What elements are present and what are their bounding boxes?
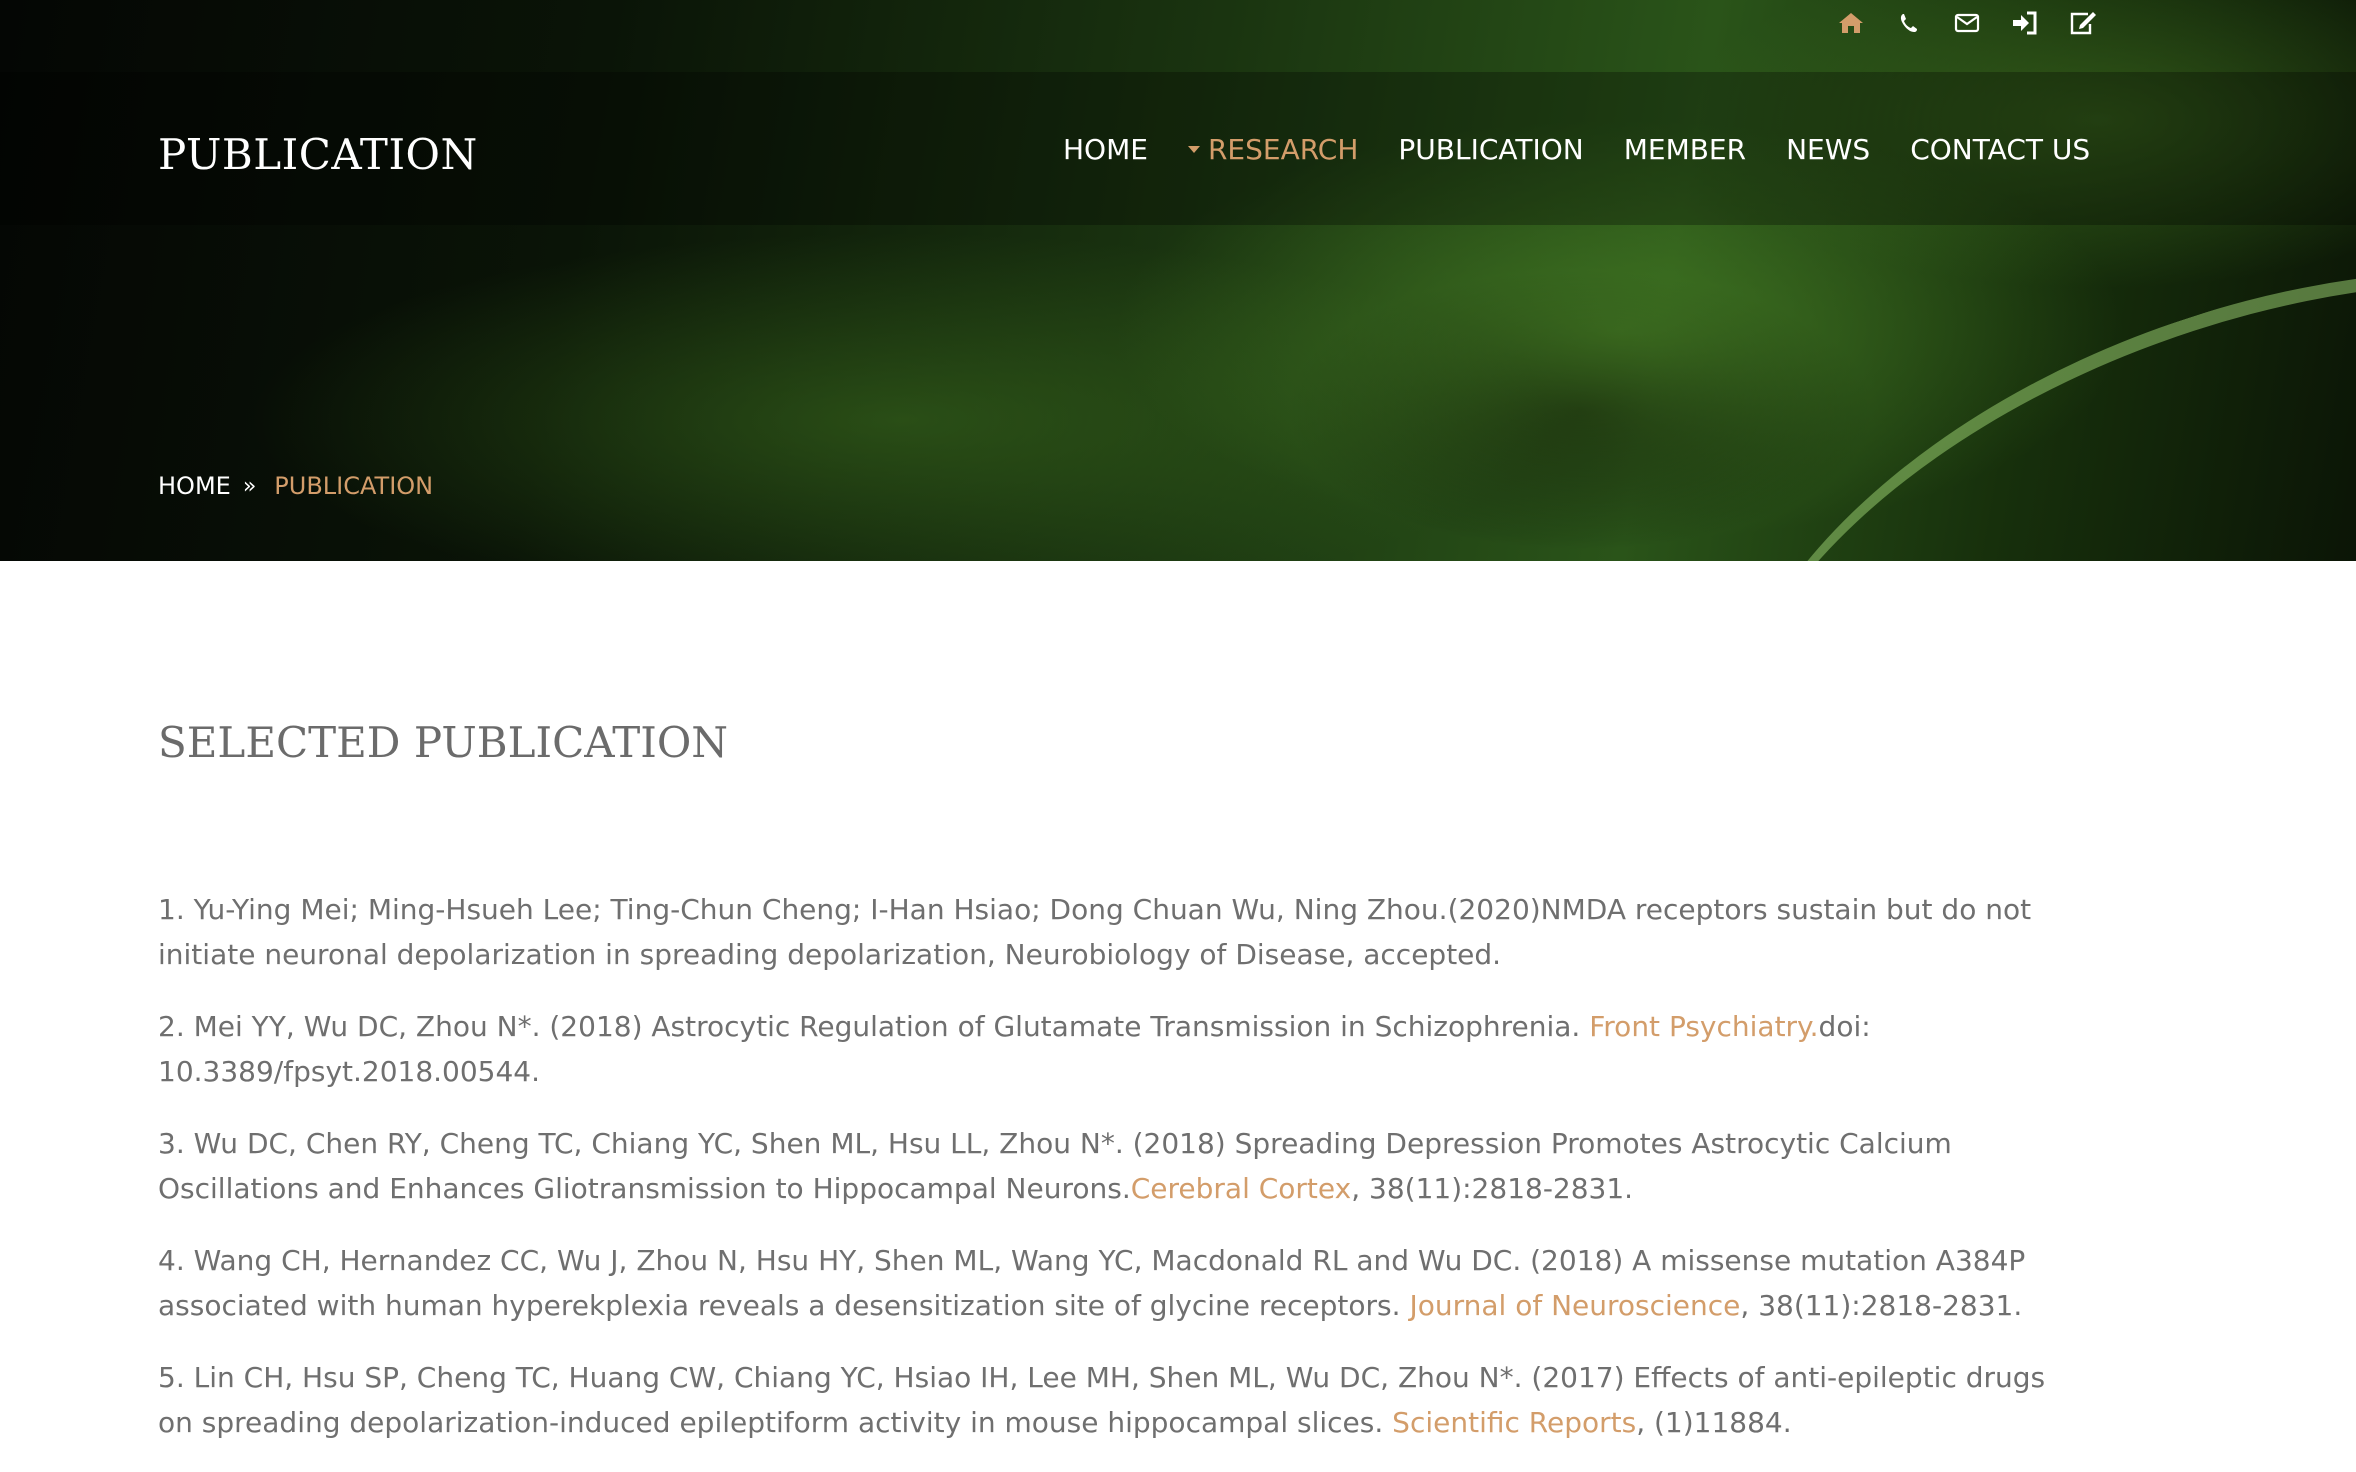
publication-text: , 38(11):2818-2831. bbox=[1351, 1172, 1634, 1205]
publication-list: 1. Yu-Ying Mei; Ming-Hsueh Lee; Ting-Chu… bbox=[158, 887, 2158, 1472]
journal-link[interactable]: Cerebral Cortex bbox=[1131, 1172, 1352, 1205]
page-title: PUBLICATION bbox=[158, 130, 478, 179]
publication-text: 4. Wang CH, Hernandez CC, Wu J, Zhou N, … bbox=[158, 1244, 2026, 1277]
publication-text: , (1)11884. bbox=[1636, 1406, 1792, 1439]
login-icon[interactable] bbox=[2007, 8, 2043, 38]
journal-link[interactable]: Front Psychiatry. bbox=[1589, 1010, 1818, 1043]
nav-item-home[interactable]: HOME bbox=[1063, 133, 1148, 166]
journal-link[interactable]: Scientific Reports bbox=[1392, 1406, 1636, 1439]
nav-item-member[interactable]: MEMBER bbox=[1624, 133, 1746, 166]
publication-item: 5. Lin CH, Hsu SP, Cheng TC, Huang CW, C… bbox=[158, 1355, 2158, 1445]
publication-item: 3. Wu DC, Chen RY, Cheng TC, Chiang YC, … bbox=[158, 1121, 2158, 1211]
publication-item: 1. Yu-Ying Mei; Ming-Hsueh Lee; Ting-Chu… bbox=[158, 887, 2158, 977]
breadcrumb-home-link[interactable]: HOME bbox=[158, 472, 231, 500]
publication-text: 1. Yu-Ying Mei; Ming-Hsueh Lee; Ting-Chu… bbox=[158, 893, 2032, 926]
nav-item-research-label: RESEARCH bbox=[1207, 133, 1359, 166]
nav-item-publication[interactable]: PUBLICATION bbox=[1398, 133, 1583, 166]
publication-text: 10.3389/fpsyt.2018.00544. bbox=[158, 1055, 541, 1088]
edit-icon[interactable] bbox=[2065, 8, 2101, 38]
publication-text: initiate neuronal depolarization in spre… bbox=[158, 938, 1502, 971]
breadcrumb-current: PUBLICATION bbox=[274, 472, 434, 500]
mail-icon[interactable] bbox=[1949, 8, 1985, 38]
main-nav: HOME RESEARCH PUBLICATION MEMBER NEWS CO… bbox=[1063, 133, 2090, 166]
publication-text: 2. Mei YY, Wu DC, Zhou N*. (2018) Astroc… bbox=[158, 1010, 1590, 1043]
publication-text: 5. Lin CH, Hsu SP, Cheng TC, Huang CW, C… bbox=[158, 1361, 2046, 1394]
breadcrumb: HOME » PUBLICATION bbox=[158, 472, 433, 500]
section-title: SELECTED PUBLICATION bbox=[158, 718, 729, 767]
home-icon[interactable] bbox=[1833, 8, 1869, 38]
nav-item-news[interactable]: NEWS bbox=[1786, 133, 1870, 166]
breadcrumb-separator-icon: » bbox=[242, 473, 257, 499]
hero-banner: PUBLICATION HOME RESEARCH PUBLICATION ME… bbox=[0, 0, 2356, 561]
publication-text: 3. Wu DC, Chen RY, Cheng TC, Chiang YC, … bbox=[158, 1127, 1952, 1160]
caret-down-icon bbox=[1187, 146, 1200, 153]
top-icon-bar bbox=[1833, 8, 2123, 38]
publication-text: on spreading depolarization-induced epil… bbox=[158, 1406, 1393, 1439]
publication-text: , 38(11):2818-2831. bbox=[1740, 1289, 2023, 1322]
nav-item-research[interactable]: RESEARCH bbox=[1187, 133, 1359, 166]
nav-item-contact-us[interactable]: CONTACT US bbox=[1910, 133, 2090, 166]
phone-icon[interactable] bbox=[1891, 8, 1927, 38]
publication-text: associated with human hyperekplexia reve… bbox=[158, 1289, 1410, 1322]
journal-link[interactable]: Journal of Neuroscience bbox=[1409, 1289, 1740, 1322]
publication-text: doi: bbox=[1818, 1010, 1871, 1043]
publication-item: 4. Wang CH, Hernandez CC, Wu J, Zhou N, … bbox=[158, 1238, 2158, 1328]
publication-item: 2. Mei YY, Wu DC, Zhou N*. (2018) Astroc… bbox=[158, 1004, 2158, 1094]
publication-text: Oscillations and Enhances Gliotransmissi… bbox=[158, 1172, 1131, 1205]
